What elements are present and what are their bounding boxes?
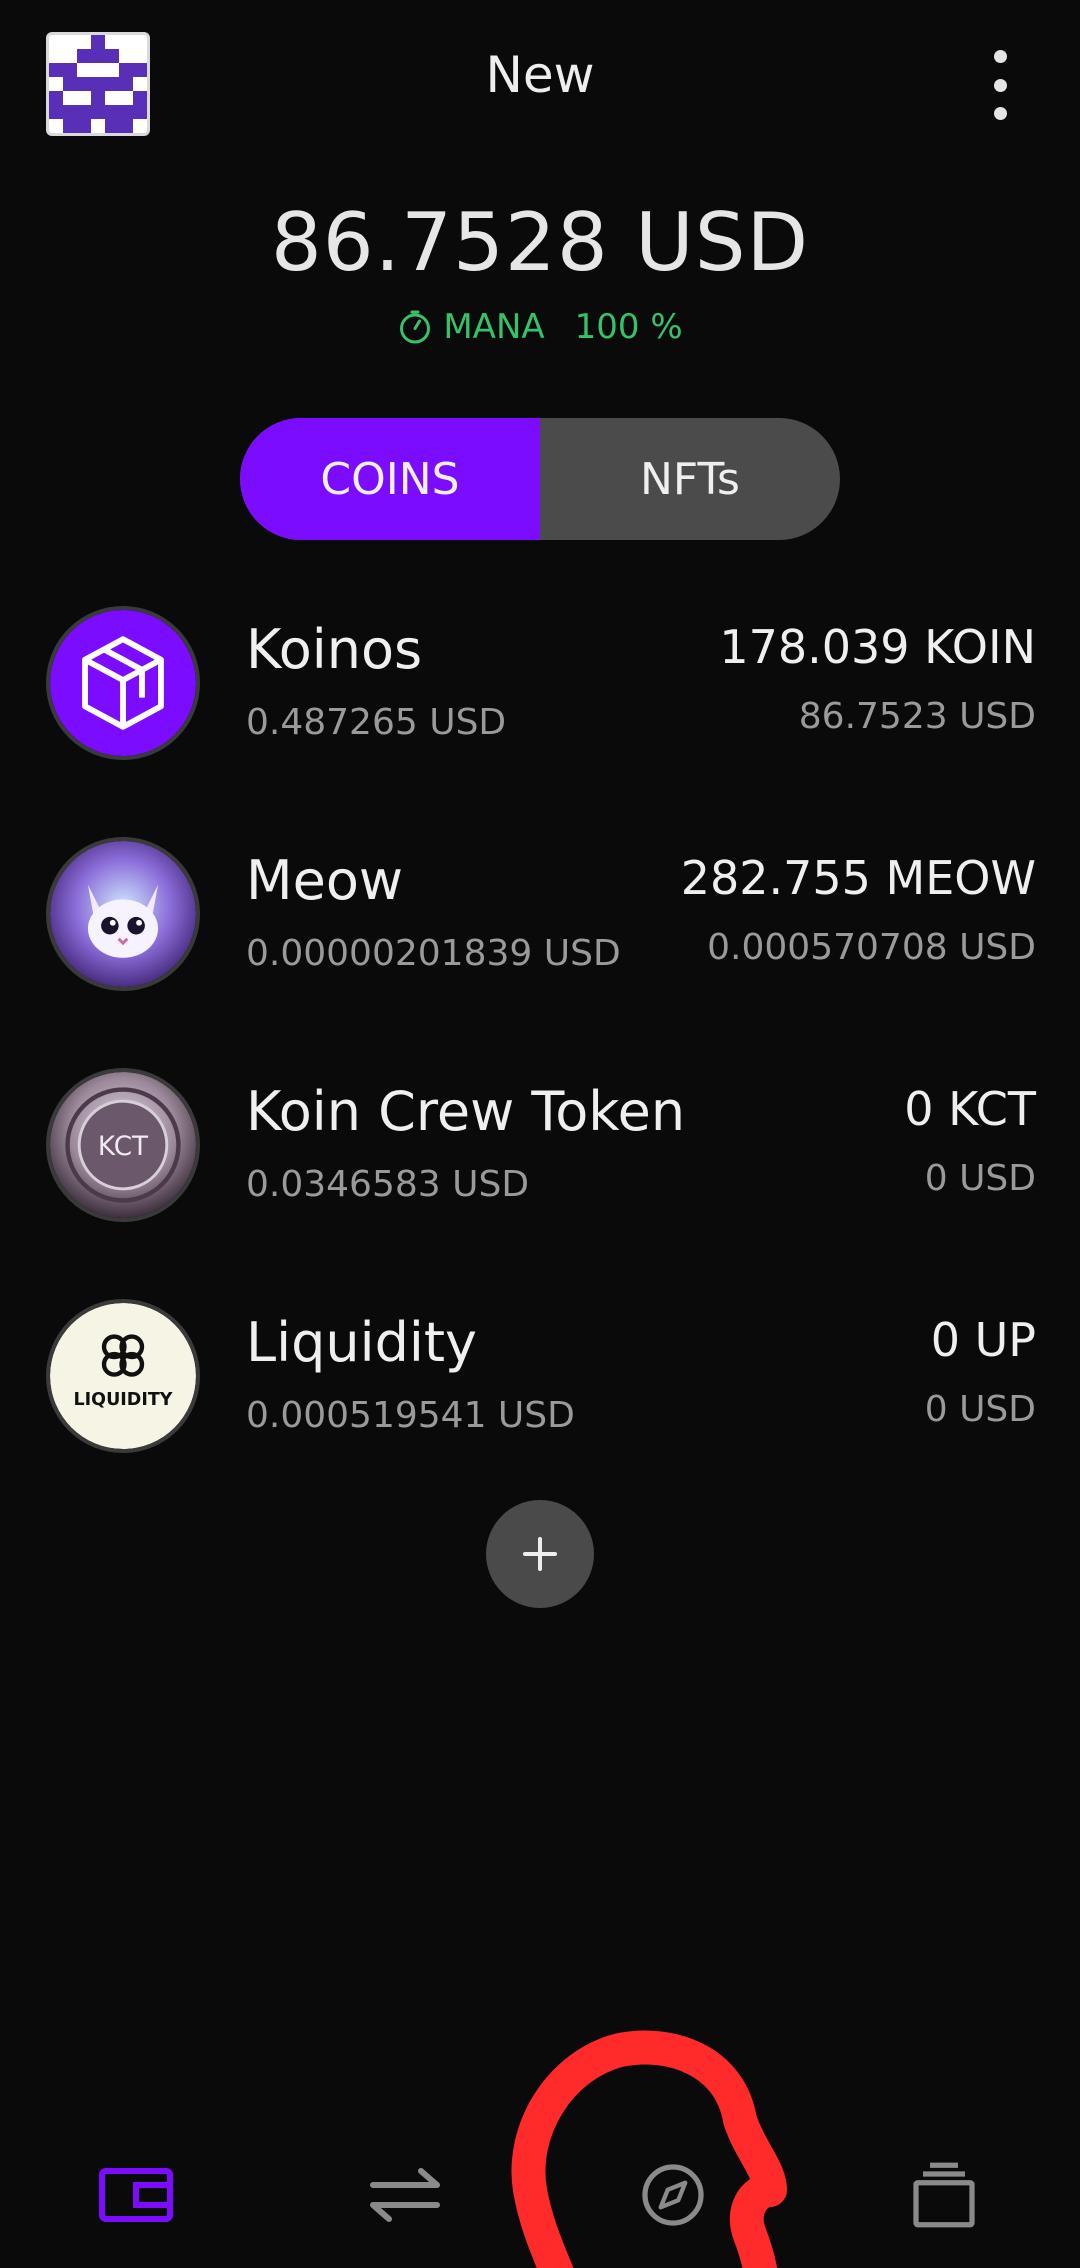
coin-price: 0.0346583 USD (246, 1164, 530, 1205)
coin-value: 0 USD (924, 1389, 1036, 1430)
nav-stack[interactable] (894, 2150, 994, 2240)
coin-row-meow[interactable]: Meow 0.00000201839 USD 282.755 MEOW 0.00… (46, 837, 1036, 995)
more-vertical-icon[interactable] (970, 50, 1030, 120)
coin-value: 86.7523 USD (798, 696, 1036, 737)
koinos-cube-icon (46, 606, 200, 760)
wallet-icon (99, 2168, 173, 2222)
total-balance: 86.7528 USD (270, 196, 810, 289)
wallet-name[interactable]: New (300, 46, 780, 104)
coin-name: Koinos (246, 618, 423, 681)
nav-wallet[interactable] (86, 2150, 186, 2240)
coin-price: 0.00000201839 USD (246, 933, 621, 974)
coin-price: 0.487265 USD (246, 702, 507, 743)
nav-swap[interactable] (355, 2150, 455, 2240)
timer-icon (400, 310, 431, 344)
svg-text:KCT: KCT (98, 1132, 149, 1162)
coin-row-liquidity[interactable]: LIQUIDITY Liquidity 0.000519541 USD 0 UP… (46, 1299, 1036, 1457)
liquidity-logo-icon: LIQUIDITY (46, 1299, 200, 1453)
coin-name: Meow (246, 849, 404, 912)
coin-amount: 282.755 MEOW (680, 851, 1036, 905)
mana-percent: 100 % (574, 307, 683, 347)
coin-price: 0.000519541 USD (246, 1395, 575, 1436)
coin-row-kct[interactable]: KCT Koin Crew Token 0.0346583 USD 0 KCT … (46, 1068, 1036, 1226)
coin-name: Koin Crew Token (246, 1080, 686, 1143)
nav-browser[interactable] (623, 2150, 723, 2240)
coin-amount: 0 KCT (904, 1082, 1036, 1136)
add-token-button[interactable] (486, 1500, 594, 1608)
coin-row-koinos[interactable]: Koinos 0.487265 USD 178.039 KOIN 86.7523… (46, 606, 1036, 764)
tab-nfts[interactable]: NFTs (540, 418, 840, 540)
coin-name: Liquidity (246, 1311, 478, 1374)
coin-amount: 0 UP (930, 1313, 1036, 1367)
svg-text:LIQUIDITY: LIQUIDITY (74, 1390, 173, 1410)
coin-value: 0.000570708 USD (707, 927, 1036, 968)
coin-amount: 178.039 KOIN (719, 620, 1036, 674)
mana-indicator: MANA 100 % (0, 302, 1080, 352)
asset-tabs: COINS NFTs (240, 418, 840, 540)
mana-label: MANA (443, 307, 545, 347)
tab-coins[interactable]: COINS (240, 418, 540, 540)
coin-value: 0 USD (924, 1158, 1036, 1199)
stack-icon (913, 2162, 975, 2228)
kct-coin-icon: KCT (46, 1068, 200, 1222)
compass-icon (642, 2164, 704, 2226)
swap-arrows-icon (370, 2168, 440, 2222)
pixel-identicon-icon (49, 35, 147, 133)
meow-cat-icon (46, 837, 200, 991)
plus-icon (523, 1537, 557, 1571)
account-avatar[interactable] (46, 32, 150, 136)
